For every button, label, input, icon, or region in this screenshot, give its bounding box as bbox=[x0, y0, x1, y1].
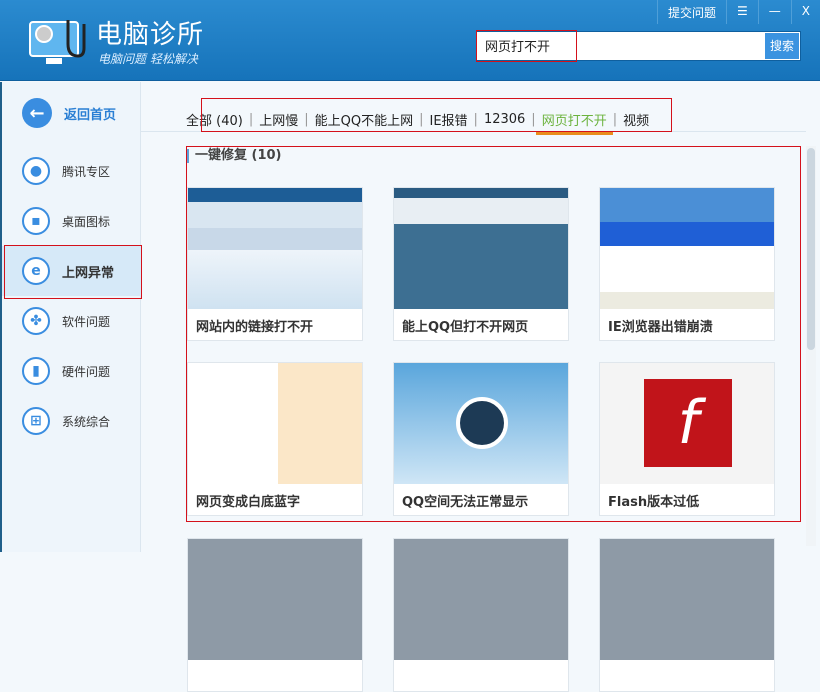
card-thumbnail: f bbox=[600, 363, 774, 484]
card-qq-ok-web-fail[interactable]: 能上QQ但打不开网页 bbox=[393, 187, 569, 341]
tab-12306[interactable]: 12306 bbox=[478, 112, 531, 127]
monitor-icon: ▪ bbox=[22, 207, 50, 235]
tab-slow[interactable]: 上网慢 bbox=[253, 110, 304, 129]
card-thumbnail bbox=[188, 539, 362, 660]
prohibited-icon bbox=[456, 397, 508, 449]
sidebar-item-label: 上网异常 bbox=[62, 265, 115, 281]
scrollbar-thumb[interactable] bbox=[807, 148, 815, 350]
card-thumbnail bbox=[188, 188, 362, 309]
ie-icon: e bbox=[22, 257, 50, 285]
sidebar-item-software[interactable]: ✤ 软件问题 bbox=[2, 296, 141, 346]
menu-icon[interactable]: ☰ bbox=[726, 0, 758, 24]
card-links-not-open[interactable]: 网站内的链接打不开 bbox=[187, 187, 363, 341]
card-thumbnail bbox=[394, 539, 568, 660]
windows-icon: ⊞ bbox=[22, 407, 50, 435]
sidebar-item-system[interactable]: ⊞ 系统综合 bbox=[2, 396, 141, 446]
sidebar-item-label: 腾讯专区 bbox=[62, 164, 111, 179]
arrow-left-icon: ← bbox=[22, 98, 52, 128]
tab-ie-error[interactable]: IE报错 bbox=[423, 110, 473, 129]
card-label: Flash版本过低 bbox=[608, 495, 700, 510]
card-thumbnail bbox=[394, 363, 568, 484]
close-button[interactable]: X bbox=[790, 0, 820, 24]
sidebar: ← 返回首页 ● 腾讯专区 ▪ 桌面图标 e 上网异常 ✤ 软件问题 ▮ 硬件问题 ⊞ 系统综… bbox=[0, 82, 141, 552]
sidebar-item-label: 系统综合 bbox=[62, 414, 111, 429]
logo-icon bbox=[29, 20, 86, 64]
card-thumbnail bbox=[188, 363, 362, 484]
sidebar-item-tencent[interactable]: ● 腾讯专区 bbox=[2, 146, 141, 196]
tab-all[interactable]: 全部 (40) bbox=[186, 110, 249, 129]
minimize-button[interactable]: — bbox=[757, 0, 791, 24]
card-flash-outdated[interactable]: f Flash版本过低 bbox=[599, 362, 775, 516]
header: 电脑诊所 电脑问题 轻松解决 提交问题 ☰ — X 搜索 bbox=[0, 0, 820, 81]
search-button[interactable]: 搜索 bbox=[765, 33, 799, 59]
card-partial[interactable] bbox=[393, 538, 569, 692]
scrollbar[interactable] bbox=[806, 146, 816, 546]
sidebar-item-label: 硬件问题 bbox=[62, 364, 111, 379]
flash-icon: f bbox=[644, 379, 732, 467]
section-title: 一键修复 (10) bbox=[186, 149, 282, 163]
clover-icon: ✤ bbox=[22, 307, 50, 335]
tab-video[interactable]: 视频 bbox=[617, 110, 655, 129]
card-partial[interactable] bbox=[599, 538, 775, 692]
search-input[interactable] bbox=[485, 38, 755, 53]
sidebar-item-internet[interactable]: e 上网异常 bbox=[2, 246, 141, 296]
sidebar-item-desktop[interactable]: ▪ 桌面图标 bbox=[2, 196, 141, 246]
card-label: 能上QQ但打不开网页 bbox=[402, 320, 529, 335]
sidebar-item-hardware[interactable]: ▮ 硬件问题 bbox=[2, 346, 141, 396]
qq-penguin-icon: ● bbox=[22, 157, 50, 185]
search-box: 搜索 bbox=[476, 31, 801, 61]
sidebar-item-label: 软件问题 bbox=[62, 314, 111, 329]
app-title: 电脑诊所 bbox=[96, 20, 205, 50]
card-partial[interactable] bbox=[187, 538, 363, 692]
tab-qq-no-web[interactable]: 能上QQ不能上网 bbox=[309, 110, 419, 129]
card-ie-crash[interactable]: IE浏览器出错崩溃 bbox=[599, 187, 775, 341]
app-slogan: 电脑问题 轻松解决 bbox=[98, 52, 198, 66]
card-thumbnail bbox=[394, 188, 568, 309]
card-qzone[interactable]: QQ空间无法正常显示 bbox=[393, 362, 569, 516]
card-label: 网页变成白底蓝字 bbox=[196, 495, 301, 510]
divider bbox=[141, 131, 806, 132]
card-label: QQ空间无法正常显示 bbox=[402, 495, 529, 510]
card-thumbnail bbox=[600, 188, 774, 309]
back-home-button[interactable]: ← 返回首页 bbox=[2, 88, 141, 138]
card-label: 网站内的链接打不开 bbox=[196, 320, 314, 335]
card-thumbnail bbox=[600, 539, 774, 660]
back-home-label: 返回首页 bbox=[64, 107, 117, 123]
card-label: IE浏览器出错崩溃 bbox=[608, 320, 713, 335]
card-white-blue-text[interactable]: 网页变成白底蓝字 bbox=[187, 362, 363, 516]
sidebar-item-label: 桌面图标 bbox=[62, 214, 111, 229]
pc-tower-icon: ▮ bbox=[22, 357, 50, 385]
submit-issue-link[interactable]: 提交问题 bbox=[656, 0, 726, 24]
